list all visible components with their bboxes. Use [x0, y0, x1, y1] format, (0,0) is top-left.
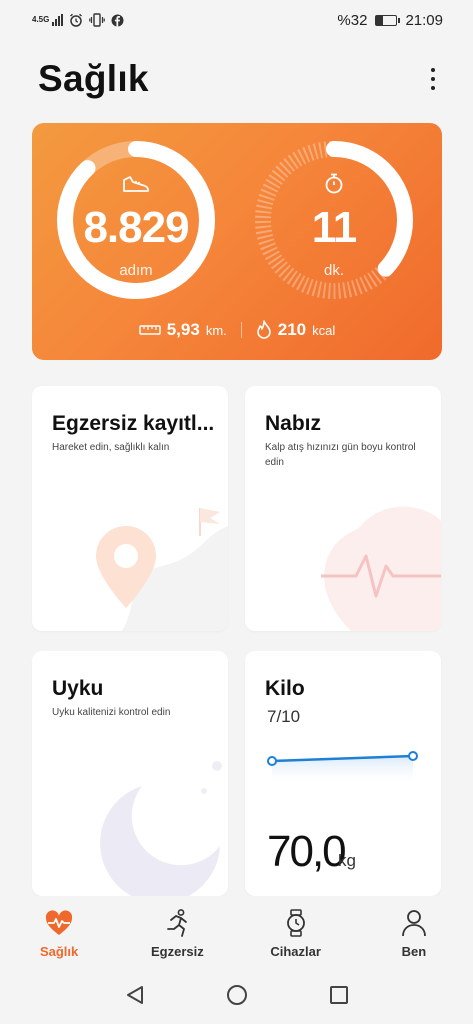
- flame-icon: [256, 320, 271, 339]
- moon-illustration: [100, 761, 222, 896]
- active-minutes-ring: 11 dk.: [254, 140, 414, 300]
- calories-stat: 210 kcal: [256, 320, 336, 340]
- weight-trend-line: [267, 751, 418, 786]
- weight-date: 7/10: [267, 707, 301, 726]
- status-right: %32 21:09: [337, 12, 443, 29]
- nav-tab-health[interactable]: Sağlık: [0, 896, 118, 966]
- facebook-icon: [111, 14, 124, 26]
- app-header: Sağlık: [38, 55, 443, 103]
- stats-divider: [240, 322, 242, 338]
- exercise-records-card[interactable]: Egzersiz kayıtl... Hareket edin, sağlıkl…: [32, 386, 228, 631]
- sleep-card[interactable]: Uyku Uyku kalitenizi kontrol edin: [32, 651, 228, 896]
- system-navigation-bar: [0, 966, 473, 1024]
- nav-label-health: Sağlık: [39, 944, 79, 959]
- heart-card-title: Nabız: [265, 412, 322, 435]
- heart-pulse-icon: [46, 910, 73, 935]
- person-icon: [401, 910, 426, 937]
- battery-percent: %32: [337, 11, 368, 29]
- activity-summary-card[interactable]: 8.829 adım 11 dk. 5,93 km. 210 kcal: [32, 123, 442, 360]
- recents-icon[interactable]: [328, 984, 350, 1006]
- steps-unit: adım: [119, 262, 153, 279]
- stopwatch-icon: [325, 173, 343, 194]
- back-icon[interactable]: [124, 984, 146, 1006]
- heart-illustration: [321, 506, 441, 631]
- signal-icon: [52, 14, 63, 26]
- network-type: 4.5G: [32, 15, 50, 24]
- ruler-icon: [138, 325, 161, 335]
- exercise-card-title: Egzersiz kayıtl...: [52, 412, 215, 435]
- minutes-unit: dk.: [323, 262, 344, 279]
- weight-card[interactable]: Kilo 7/10 70,0 kg: [245, 651, 441, 896]
- alarm-icon: [70, 13, 82, 27]
- distance-unit: km.: [205, 323, 227, 338]
- route-pin-illustration: [96, 508, 228, 631]
- activity-stats: 5,93 km. 210 kcal: [32, 320, 442, 340]
- nav-tab-me[interactable]: Ben: [355, 896, 473, 966]
- running-icon: [167, 909, 188, 937]
- sleep-card-subtitle: Uyku kalitenizi kontrol edin: [52, 707, 171, 718]
- nav-tab-devices[interactable]: Cihazlar: [237, 896, 355, 966]
- steps-value: 8.829: [83, 203, 189, 252]
- clock: 21:09: [405, 11, 443, 29]
- home-icon[interactable]: [226, 984, 248, 1006]
- status-left: 4.5G: [32, 13, 124, 27]
- status-bar: 4.5G %32 21:09: [0, 0, 473, 40]
- weight-card-title: Kilo: [265, 677, 305, 700]
- exercise-card-subtitle: Hareket edin, sağlıklı kalın: [52, 442, 170, 453]
- calories-unit: kcal: [312, 323, 336, 338]
- nav-label-me: Ben: [401, 944, 427, 959]
- distance-value: 5,93: [166, 320, 200, 339]
- sleep-card-title: Uyku: [52, 677, 104, 700]
- nav-label-devices: Cihazlar: [270, 944, 321, 959]
- heart-rate-card[interactable]: Nabız Kalp atış hızınızı gün boyu kontro…: [245, 386, 441, 631]
- page-title: Sağlık: [38, 58, 149, 99]
- heart-card-subtitle: Kalp atış hızınızı gün boyu kontrol edin: [265, 442, 416, 468]
- weight-value: 70,0: [267, 827, 347, 876]
- shoe-icon: [123, 176, 149, 192]
- calories-value: 210: [277, 320, 307, 339]
- watch-icon: [286, 909, 305, 937]
- nav-tab-exercise[interactable]: Egzersiz: [118, 896, 236, 966]
- steps-ring: 8.829 adım: [56, 140, 216, 300]
- bottom-navigation: Sağlık Egzersiz Cihazlar Ben: [0, 896, 473, 966]
- vibrate-icon: [89, 13, 105, 27]
- nav-label-exercise: Egzersiz: [151, 944, 204, 959]
- weight-unit: kg: [338, 851, 356, 870]
- minutes-value: 11: [311, 203, 358, 252]
- more-options-icon[interactable]: [423, 62, 443, 96]
- battery-icon: [375, 14, 401, 26]
- distance-stat: 5,93 km.: [138, 320, 227, 340]
